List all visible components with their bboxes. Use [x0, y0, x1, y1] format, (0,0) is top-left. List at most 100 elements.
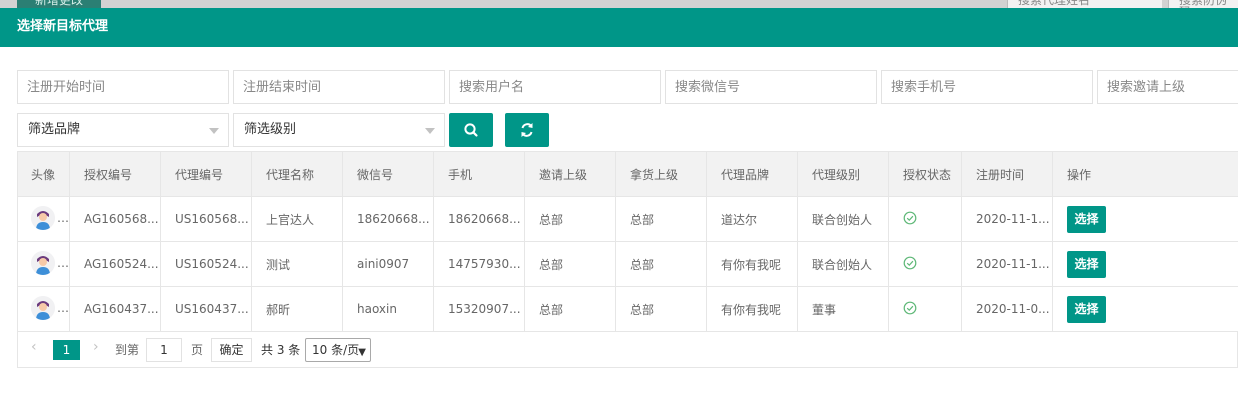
col-header-action: 操作 [1052, 151, 1238, 197]
supplier-cell: 总部 [615, 241, 707, 287]
supplier-cell: 总部 [615, 286, 707, 332]
brand-cell: 有你有我呢 [706, 286, 798, 332]
pagination: ‹ 1 › 到第 页 确定 共 3 条 10 条/页 ▼ [17, 332, 1238, 368]
level-cell: 联合创始人 [797, 196, 889, 242]
agent-no-cell: US160524... [160, 241, 252, 287]
brand-select[interactable]: 筛选品牌 [17, 113, 229, 147]
search-button[interactable] [449, 113, 493, 147]
modal-title: 选择新目标代理 [0, 8, 1238, 47]
auth-no-cell: AG160524... [69, 241, 161, 287]
col-header-inviter: 邀请上级 [524, 151, 616, 197]
caret-down-icon [425, 128, 435, 134]
col-header-brand: 代理品牌 [706, 151, 798, 197]
action-cell: 选择 [1052, 286, 1238, 332]
action-cell: 选择 [1052, 196, 1238, 242]
level-cell: 联合创始人 [797, 241, 889, 287]
background-search-box: 搜索防伪码 [1168, 0, 1238, 8]
auth-status-cell [888, 286, 962, 332]
inviter-cell: 总部 [524, 286, 616, 332]
brand-cell: 道达尔 [706, 196, 798, 242]
select-agent-button[interactable]: 选择 [1067, 295, 1106, 323]
username-search-input[interactable] [449, 70, 661, 104]
check-circle-icon [903, 256, 917, 269]
level-select-value: 筛选级别 [244, 122, 297, 137]
user-avatar-icon [31, 205, 55, 230]
agent-no-cell: US160568... [160, 196, 252, 242]
background-search-box: 搜索代理姓名 [1007, 0, 1162, 8]
select-agent-button[interactable]: 选择 [1067, 250, 1106, 278]
avatar: … [31, 205, 69, 230]
check-circle-icon [903, 211, 917, 224]
reg-time-cell: 2020-11-0... [961, 286, 1053, 332]
prev-page-icon[interactable]: ‹ [31, 339, 37, 355]
total-count: 共 3 条 [261, 343, 301, 357]
phone-cell: 15320907... [433, 286, 525, 332]
reg-end-input[interactable] [233, 70, 445, 104]
background-strip: 新增更改 搜索代理姓名 搜索防伪码 [0, 0, 1238, 8]
background-tab: 新增更改 [17, 0, 101, 8]
level-cell: 董事 [797, 286, 889, 332]
phone-cell: 18620668... [433, 196, 525, 242]
avatar: … [31, 250, 69, 275]
page-current[interactable]: 1 [53, 340, 80, 360]
agent-name-cell: 测试 [251, 241, 343, 287]
reg-time-cell: 2020-11-1... [961, 196, 1053, 242]
auth-status-cell [888, 241, 962, 287]
col-header-level: 代理级别 [797, 151, 889, 197]
agent-name-cell: 上官达人 [251, 196, 343, 242]
avatar-cell: … [17, 241, 70, 287]
inviter-cell: 总部 [524, 241, 616, 287]
search-icon [464, 123, 478, 137]
auth-status-cell [888, 196, 962, 242]
phone-cell: 14757930... [433, 241, 525, 287]
col-header-wechat: 微信号 [342, 151, 434, 197]
page-size-value: 10 条/页 [312, 343, 360, 357]
refresh-button[interactable] [505, 113, 549, 147]
wechat-cell: aini0907 [342, 241, 434, 287]
table-row: … AG160524... US160524... 测试 aini0907 14… [17, 241, 1238, 287]
check-circle-icon [903, 301, 917, 314]
inviter-search-input[interactable] [1097, 70, 1238, 104]
auth-no-cell: AG160437... [69, 286, 161, 332]
col-header-auth-no: 授权编号 [69, 151, 161, 197]
brand-select-value: 筛选品牌 [28, 122, 81, 137]
agent-no-cell: US160437... [160, 286, 252, 332]
col-header-agent-no: 代理编号 [160, 151, 252, 197]
col-header-agent-name: 代理名称 [251, 151, 343, 197]
refresh-icon [521, 123, 533, 137]
table-row: … AG160568... US160568... 上官达人 18620668.… [17, 196, 1238, 242]
col-header-auth-status: 授权状态 [888, 151, 962, 197]
table-header-row: 头像 授权编号 代理编号 代理名称 微信号 手机 邀请上级 拿货上级 代理品牌 … [17, 151, 1238, 197]
user-avatar-icon [31, 250, 55, 275]
avatar-cell: … [17, 196, 70, 242]
auth-no-cell: AG160568... [69, 196, 161, 242]
caret-down-icon [209, 128, 219, 134]
col-header-phone: 手机 [433, 151, 525, 197]
goto-confirm-button[interactable]: 确定 [211, 338, 252, 362]
col-header-supplier: 拿货上级 [615, 151, 707, 197]
avatar: … [31, 295, 69, 320]
page-size-select[interactable]: 10 条/页 ▼ [305, 338, 371, 362]
next-page-icon[interactable]: › [93, 339, 99, 355]
agent-name-cell: 郝昕 [251, 286, 343, 332]
reg-start-input[interactable] [17, 70, 229, 104]
phone-search-input[interactable] [881, 70, 1093, 104]
agent-table: 头像 授权编号 代理编号 代理名称 微信号 手机 邀请上级 拿货上级 代理品牌 … [17, 151, 1238, 332]
avatar-cell: … [17, 286, 70, 332]
reg-time-cell: 2020-11-1... [961, 241, 1053, 287]
wechat-search-input[interactable] [665, 70, 877, 104]
table-row: … AG160437... US160437... 郝昕 haoxin 1532… [17, 286, 1238, 332]
inviter-cell: 总部 [524, 196, 616, 242]
action-cell: 选择 [1052, 241, 1238, 287]
user-avatar-icon [31, 295, 55, 320]
select-agent-button[interactable]: 选择 [1067, 205, 1106, 233]
col-header-reg-time: 注册时间 [961, 151, 1053, 197]
page-unit-label: 页 [191, 343, 204, 357]
supplier-cell: 总部 [615, 196, 707, 242]
goto-page-input[interactable] [146, 338, 182, 362]
wechat-cell: 18620668... [342, 196, 434, 242]
wechat-cell: haoxin [342, 286, 434, 332]
col-header-avatar: 头像 [17, 151, 70, 197]
level-select[interactable]: 筛选级别 [233, 113, 445, 147]
brand-cell: 有你有我呢 [706, 241, 798, 287]
